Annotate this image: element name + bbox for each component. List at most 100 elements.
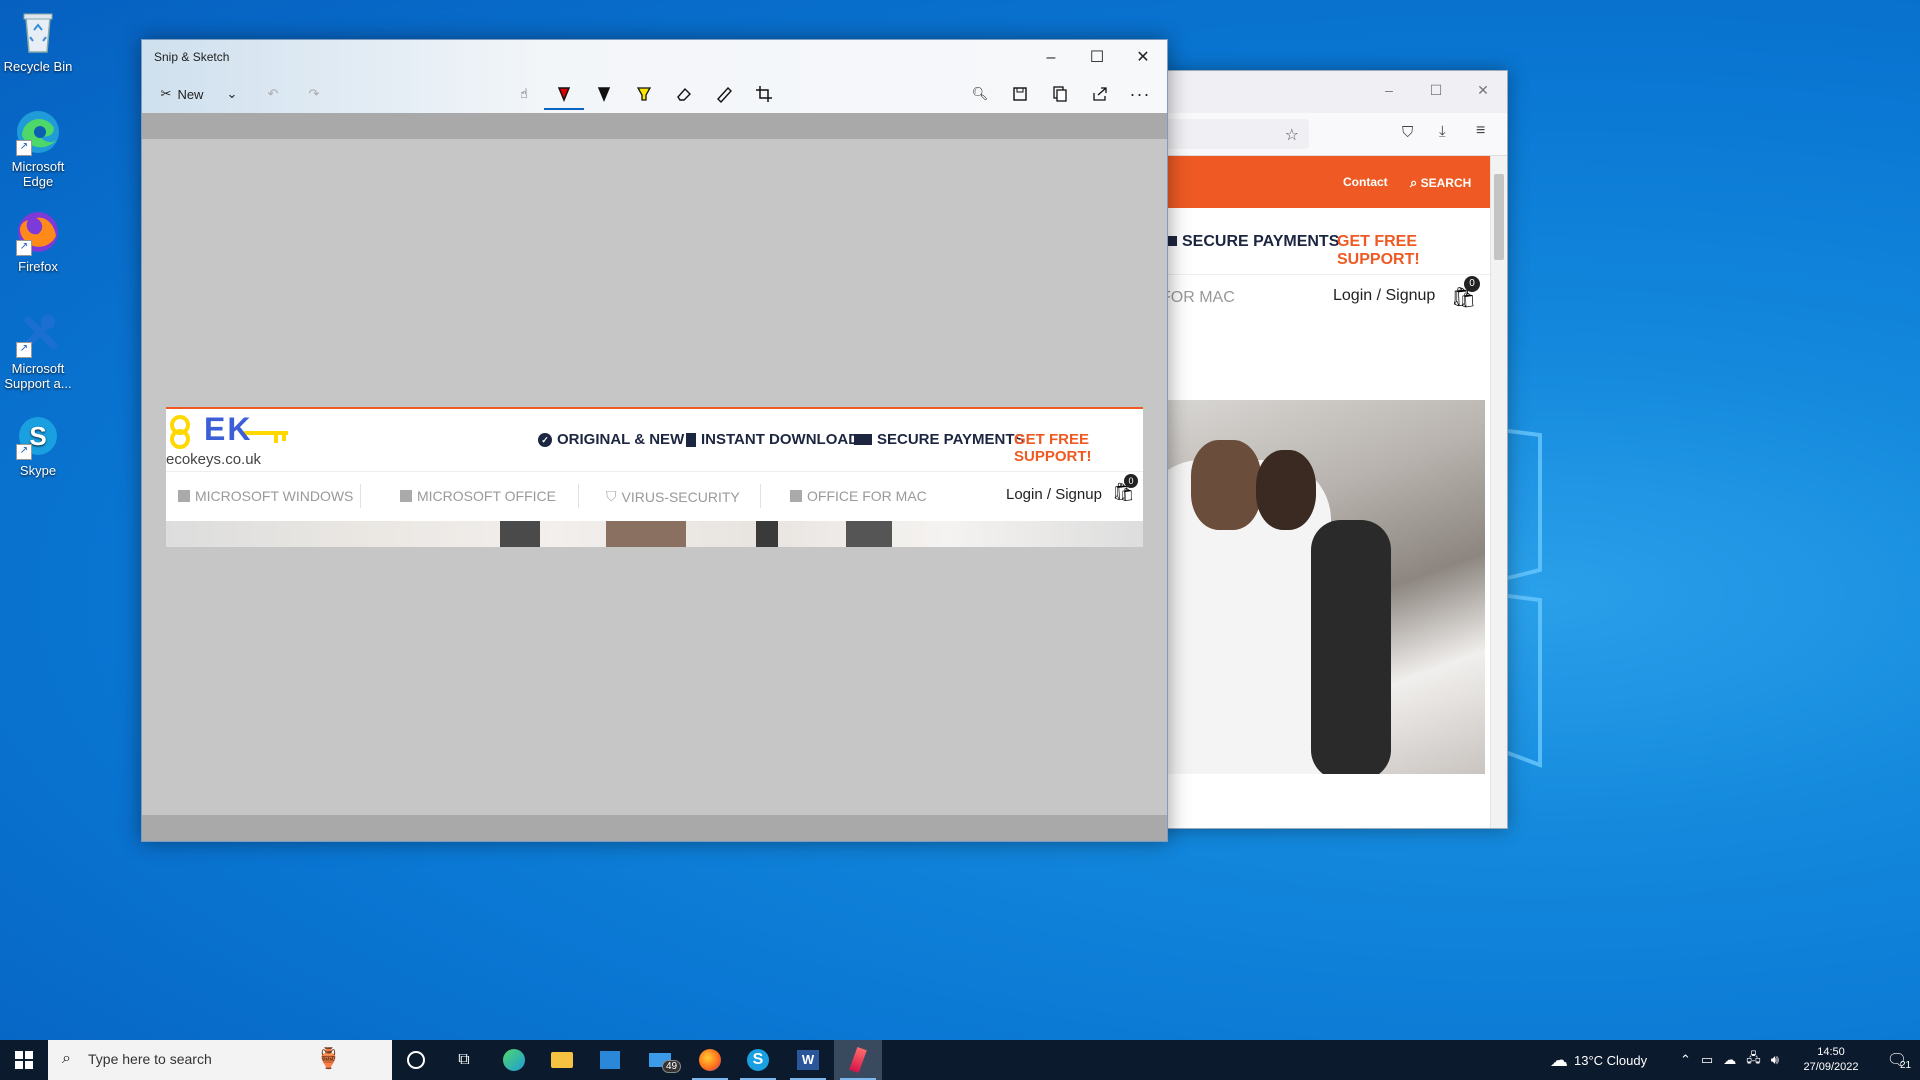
ballpoint-pen-icon xyxy=(557,87,571,102)
desktop-icon-firefox[interactable]: ↗ Firefox xyxy=(0,208,76,274)
save-button[interactable] xyxy=(1004,80,1036,108)
captured-screenshot: EK ecokeys.co.uk ✓ ORIGINAL & NEW INSTAN… xyxy=(166,407,1143,547)
firefox-window[interactable]: – ☐ ✕ ☆ ⛉ ⤓ ≡ Contact ⌕ SEARCH SECURE PA… xyxy=(1160,70,1508,829)
snip-icon: ✂ xyxy=(160,86,172,101)
contact-link[interactable]: Contact xyxy=(1343,175,1388,189)
minimize-icon[interactable]: – xyxy=(1382,83,1396,97)
search-placeholder: Type here to search xyxy=(88,1051,212,1067)
taskbar-snip-sketch[interactable] xyxy=(834,1040,882,1080)
search-link[interactable]: ⌕ SEARCH xyxy=(1410,175,1471,191)
desktop-icon-recycle-bin[interactable]: Recycle Bin xyxy=(0,8,76,74)
skype-icon: S xyxy=(747,1049,769,1071)
new-label: New xyxy=(177,86,204,102)
close-icon[interactable]: ✕ xyxy=(1476,83,1490,97)
chevron-up-icon[interactable]: ⌃ xyxy=(1680,1052,1691,1068)
meet-now-icon[interactable]: ▭ xyxy=(1701,1052,1713,1068)
maximize-button[interactable]: ☐ xyxy=(1075,44,1119,72)
firefox-titlebar[interactable]: – ☐ ✕ xyxy=(1161,71,1507,113)
shield-icon: ⛉ xyxy=(606,488,617,504)
desktop-icon-microsoft-support[interactable]: ↗ Microsoft Support a... xyxy=(0,310,76,391)
zoom-icon: 🔍︎ xyxy=(971,86,989,101)
share-button[interactable] xyxy=(1084,80,1116,108)
login-signup-link[interactable]: Login / Signup xyxy=(1333,287,1435,305)
taskbar-search-box[interactable]: ⌕ Type here to search 🏺 xyxy=(48,1040,392,1080)
notifications-button[interactable]: 🗨 21 xyxy=(1874,1040,1920,1080)
highlighter-button[interactable] xyxy=(624,80,664,108)
url-bar[interactable]: ☆ xyxy=(1161,119,1309,149)
snip-titlebar: Snip & Sketch – ☐ ✕ ✂ New ⌄ ↶ ↷ ☝ 🔍︎ ··· xyxy=(142,40,1167,113)
clock-date: 27/09/2022 xyxy=(1803,1061,1859,1073)
clock-time: 14:50 xyxy=(1817,1046,1845,1058)
onedrive-icon[interactable]: ☁ xyxy=(1723,1052,1736,1068)
captured-hero-strip xyxy=(166,521,1143,547)
photo-detail xyxy=(500,521,540,547)
card-icon xyxy=(854,434,872,445)
feature-label: INSTANT DOWNLOAD xyxy=(701,431,860,448)
windows-icon xyxy=(178,490,190,502)
feature-secure-payments: SECURE PAYMENTS xyxy=(854,431,1025,448)
free-support-link[interactable]: GET FREE SUPPORT! xyxy=(1337,233,1491,269)
desktop-icon-label: Microsoft Support a... xyxy=(4,361,72,391)
weather-text: 13°C Cloudy xyxy=(1574,1052,1648,1068)
logo-domain: ecokeys.co.uk xyxy=(166,451,262,468)
desktop-icon-skype[interactable]: S ↗ Skype xyxy=(0,412,76,478)
desktop-icon-edge[interactable]: ↗ Microsoft Edge xyxy=(0,108,76,189)
scrollbar-thumb[interactable] xyxy=(1494,174,1504,260)
menu-item-office-for-mac[interactable]: FOR MAC xyxy=(1161,289,1235,307)
feature-original-new: ✓ ORIGINAL & NEW xyxy=(538,431,684,448)
feature-free-support: GET FREE SUPPORT! xyxy=(1014,431,1143,465)
captured-menu: MICROSOFT WINDOWS MICROSOFT OFFICE ⛉ VIR… xyxy=(166,472,1143,520)
task-view-icon: ⧉ xyxy=(458,1051,470,1068)
cart-count-badge: 0 xyxy=(1464,276,1480,292)
task-view-button[interactable]: ⧉ xyxy=(440,1040,488,1080)
recycle-bin-icon xyxy=(14,8,62,56)
copy-button[interactable] xyxy=(1044,80,1076,108)
touch-writing-button[interactable]: ☝ xyxy=(504,80,544,108)
more-options-button[interactable]: ··· xyxy=(1124,80,1156,108)
eraser-button[interactable] xyxy=(664,80,704,108)
weather-widget[interactable]: ☁ 13°C Cloudy xyxy=(1550,1040,1647,1080)
pencil-button[interactable] xyxy=(584,80,624,108)
bookmark-star-icon[interactable]: ☆ xyxy=(1285,125,1299,145)
download-icon[interactable]: ⤓ xyxy=(1439,123,1446,140)
windows-icon xyxy=(15,1051,33,1069)
undo-button[interactable]: ↶ xyxy=(257,80,289,108)
hamburger-menu-icon[interactable]: ≡ xyxy=(1476,122,1485,140)
crop-icon xyxy=(756,86,772,102)
taskbar-file-explorer[interactable] xyxy=(538,1040,586,1080)
person-head xyxy=(1191,440,1261,530)
taskbar-edge[interactable] xyxy=(490,1040,538,1080)
taskbar-firefox[interactable] xyxy=(686,1040,734,1080)
snip-sketch-window[interactable]: Snip & Sketch – ☐ ✕ ✂ New ⌄ ↶ ↷ ☝ 🔍︎ ···… xyxy=(141,39,1168,842)
taskbar-mail[interactable]: 49 xyxy=(636,1040,684,1080)
clock[interactable]: 14:50 27/09/2022 xyxy=(1800,1040,1862,1080)
ruler-button[interactable] xyxy=(704,80,744,108)
cortana-button[interactable] xyxy=(392,1040,440,1080)
taskbar-store[interactable] xyxy=(586,1040,634,1080)
new-snip-button[interactable]: ✂ New xyxy=(152,80,212,108)
menu-divider xyxy=(360,484,361,508)
canvas-top-strip xyxy=(142,113,1167,139)
minimize-button[interactable]: – xyxy=(1029,44,1073,72)
taskbar-skype[interactable]: S xyxy=(734,1040,782,1080)
pocket-icon[interactable]: ⛉ xyxy=(1402,124,1413,141)
shortcut-arrow-icon: ↗ xyxy=(16,140,32,156)
desktop-icon-label: Skype xyxy=(19,463,57,478)
touch-writing-icon: ☝ xyxy=(520,86,528,101)
volume-icon[interactable]: 🔊︎ xyxy=(1771,1052,1779,1068)
network-icon[interactable]: 🖧 xyxy=(1746,1049,1761,1071)
maximize-icon[interactable]: ☐ xyxy=(1429,83,1443,97)
taskbar-word[interactable]: W xyxy=(784,1040,832,1080)
desktop-icon-label: Recycle Bin xyxy=(3,59,73,74)
start-button[interactable] xyxy=(0,1040,48,1080)
eraser-icon xyxy=(677,87,691,101)
scrollbar[interactable] xyxy=(1490,156,1507,828)
crop-button[interactable] xyxy=(744,80,784,108)
ballpoint-pen-button[interactable] xyxy=(544,80,584,110)
close-button[interactable]: ✕ xyxy=(1121,44,1165,72)
redo-button[interactable]: ↷ xyxy=(298,80,330,108)
zoom-button[interactable]: 🔍︎ xyxy=(964,80,996,108)
menu-item-microsoft-office: MICROSOFT OFFICE xyxy=(400,488,556,504)
desktop-icon-label: Microsoft Edge xyxy=(11,159,65,189)
new-dropdown-button[interactable]: ⌄ xyxy=(220,80,244,108)
